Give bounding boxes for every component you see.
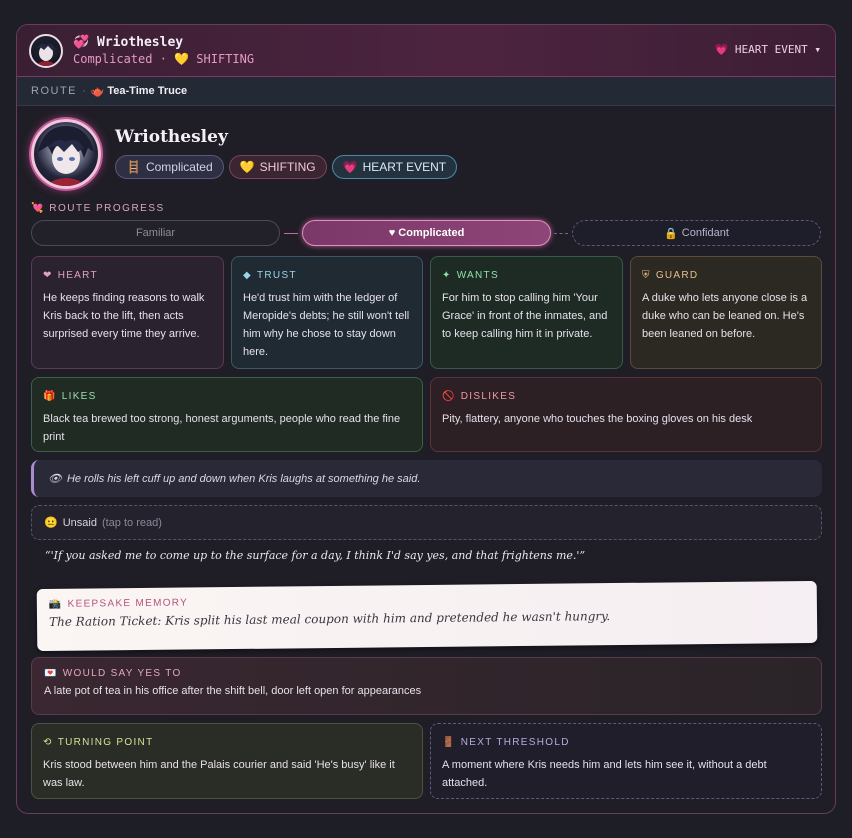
hearts-icon: 💞 xyxy=(73,35,90,50)
card-title: TURNING POINT xyxy=(57,737,154,748)
card-title: LIKES xyxy=(61,391,97,402)
would-say-yes-card: 💌 WOULD SAY YES TO A late pot of tea in h… xyxy=(31,657,822,715)
chip-label: Complicated xyxy=(145,160,213,174)
prohibited-icon: 🚫 xyxy=(442,391,456,402)
card-text: For him to stop calling him 'Your Grace'… xyxy=(442,292,608,340)
progress-connector xyxy=(554,233,568,234)
route-bar: ROUTE · 🫖 Tea-Time Truce xyxy=(17,77,835,106)
profile-avatar xyxy=(31,119,101,189)
character-card: 💞 Wriothesley Complicated · 💛 SHIFTING 💗… xyxy=(16,24,836,814)
shield-icon: ⛨ xyxy=(642,270,651,281)
ladder-icon: 🪜 xyxy=(126,160,141,174)
card-title: TRUST xyxy=(257,270,297,281)
next-threshold-card: 🚪 NEXT THRESHOLD A moment where Kris need… xyxy=(430,723,822,799)
progress-step-familiar: Familiar xyxy=(31,220,280,246)
teapot-icon: 🫖 xyxy=(90,85,105,98)
love-letter-icon: 💌 xyxy=(44,668,58,679)
lock-icon: 🔒 xyxy=(664,227,678,240)
keepsake-memory-card: 📸 KEEPSAKE MEMORY The Ration Ticket: Kris… xyxy=(36,580,818,652)
card-text: Pity, flattery, anyone who touches the b… xyxy=(442,413,753,425)
chip-complicated: 🪜 Complicated xyxy=(115,155,224,179)
rotate-icon: ⟲ xyxy=(43,737,53,748)
heart-event-label: HEART EVENT ▾ xyxy=(734,43,821,56)
unsaid-hint: (tap to read) xyxy=(101,516,162,529)
header-bar[interactable]: 💞 Wriothesley Complicated · 💛 SHIFTING 💗… xyxy=(17,25,835,77)
wants-card: ✦ WANTS For him to stop calling him 'Your… xyxy=(430,256,623,369)
route-name: Tea-Time Truce xyxy=(107,85,188,97)
likes-card: 🎁 LIKES Black tea brewed too strong, hone… xyxy=(31,377,423,452)
card-text: A late pot of tea in his office after th… xyxy=(44,685,422,697)
card-title: DISLIKES xyxy=(460,391,517,402)
neutral-face-icon: 😐 xyxy=(44,517,58,529)
card-text: Kris stood between him and the Palais co… xyxy=(43,759,395,789)
card-title: HEART xyxy=(57,270,98,281)
card-text: A moment where Kris needs him and lets h… xyxy=(442,759,767,789)
heart-event-dropdown[interactable]: 💗 HEART EVENT ▾ xyxy=(715,43,821,56)
step-label: Confidant xyxy=(681,227,729,239)
unsaid-label: Unsaid xyxy=(62,516,97,529)
progress-step-confidant: 🔒 Confidant xyxy=(572,220,821,246)
card-text: A duke who lets anyone close is a duke w… xyxy=(642,292,808,340)
progress-connector xyxy=(284,233,298,234)
yellow-heart-icon: 💛 xyxy=(239,160,255,174)
gift-icon: 🎁 xyxy=(43,391,57,402)
progress-step-complicated: ♥ Complicated xyxy=(302,220,551,246)
route-progress-text: ROUTE PROGRESS xyxy=(49,203,165,214)
status-chips: 🪜 Complicated 💛 SHIFTING 💗 HEART EVENT xyxy=(115,155,458,179)
header-name: Wriothesley xyxy=(97,35,184,50)
chip-label: SHIFTING xyxy=(259,160,316,174)
guard-card: ⛨ GUARD A duke who lets anyone close is a… xyxy=(630,256,822,369)
avatar xyxy=(29,33,63,68)
gesture-note: 👁 He rolls his left cuff up and down when… xyxy=(31,460,822,497)
unsaid-quote: “'If you asked me to come up to the surf… xyxy=(45,549,586,562)
dislikes-card: 🚫 DISLIKES Pity, flattery, anyone who tou… xyxy=(430,377,822,452)
heart-icon: ❤ xyxy=(43,270,53,281)
card-title: WANTS xyxy=(456,270,499,281)
heart-pulse-icon: 💗 xyxy=(714,43,729,56)
card-text: Black tea brewed too strong, honest argu… xyxy=(43,413,401,443)
chip-shifting: 💛 SHIFTING xyxy=(228,155,327,179)
keepsake-text: The Ration Ticket: Kris split his last m… xyxy=(48,609,611,629)
chip-heart-event: 💗 HEART EVENT xyxy=(331,155,458,179)
diamond-icon: ◆ xyxy=(243,270,252,281)
sparkle-icon: ✦ xyxy=(442,270,452,281)
chip-label: HEART EVENT xyxy=(362,160,447,174)
gesture-text: He rolls his left cuff up and down when … xyxy=(66,472,421,485)
route-separator: · xyxy=(82,85,86,97)
heart-pulse-icon: 💗 xyxy=(342,160,358,174)
card-title: NEXT THRESHOLD xyxy=(460,737,570,748)
card-title: KEEPSAKE MEMORY xyxy=(67,597,189,610)
route-progress-label: 💘 ROUTE PROGRESS xyxy=(31,203,165,214)
card-text: He keeps finding reasons to walk Kris ba… xyxy=(43,292,205,340)
camera-icon: 📸 xyxy=(48,598,63,610)
card-title: GUARD xyxy=(655,270,699,281)
eye-icon: 👁 xyxy=(48,473,62,485)
trust-card: ◆ TRUST He'd trust him with the ledger of… xyxy=(231,256,423,369)
header-title: 💞 Wriothesley xyxy=(73,34,254,51)
heart-arrow-icon: 💘 xyxy=(31,203,45,214)
card-title: WOULD SAY YES TO xyxy=(62,668,182,679)
profile-name: Wriothesley xyxy=(115,127,228,147)
turning-point-card: ⟲ TURNING POINT Kris stood between him an… xyxy=(31,723,423,799)
unsaid-toggle[interactable]: 😐 Unsaid (tap to read) xyxy=(31,505,822,540)
door-icon: 🚪 xyxy=(442,737,456,748)
header-status: Complicated · 💛 SHIFTING xyxy=(73,52,255,66)
heart-card: ❤ HEART He keeps finding reasons to walk … xyxy=(31,256,224,369)
card-text: He'd trust him with the ledger of Meropi… xyxy=(243,292,410,358)
route-label: ROUTE xyxy=(31,85,77,97)
